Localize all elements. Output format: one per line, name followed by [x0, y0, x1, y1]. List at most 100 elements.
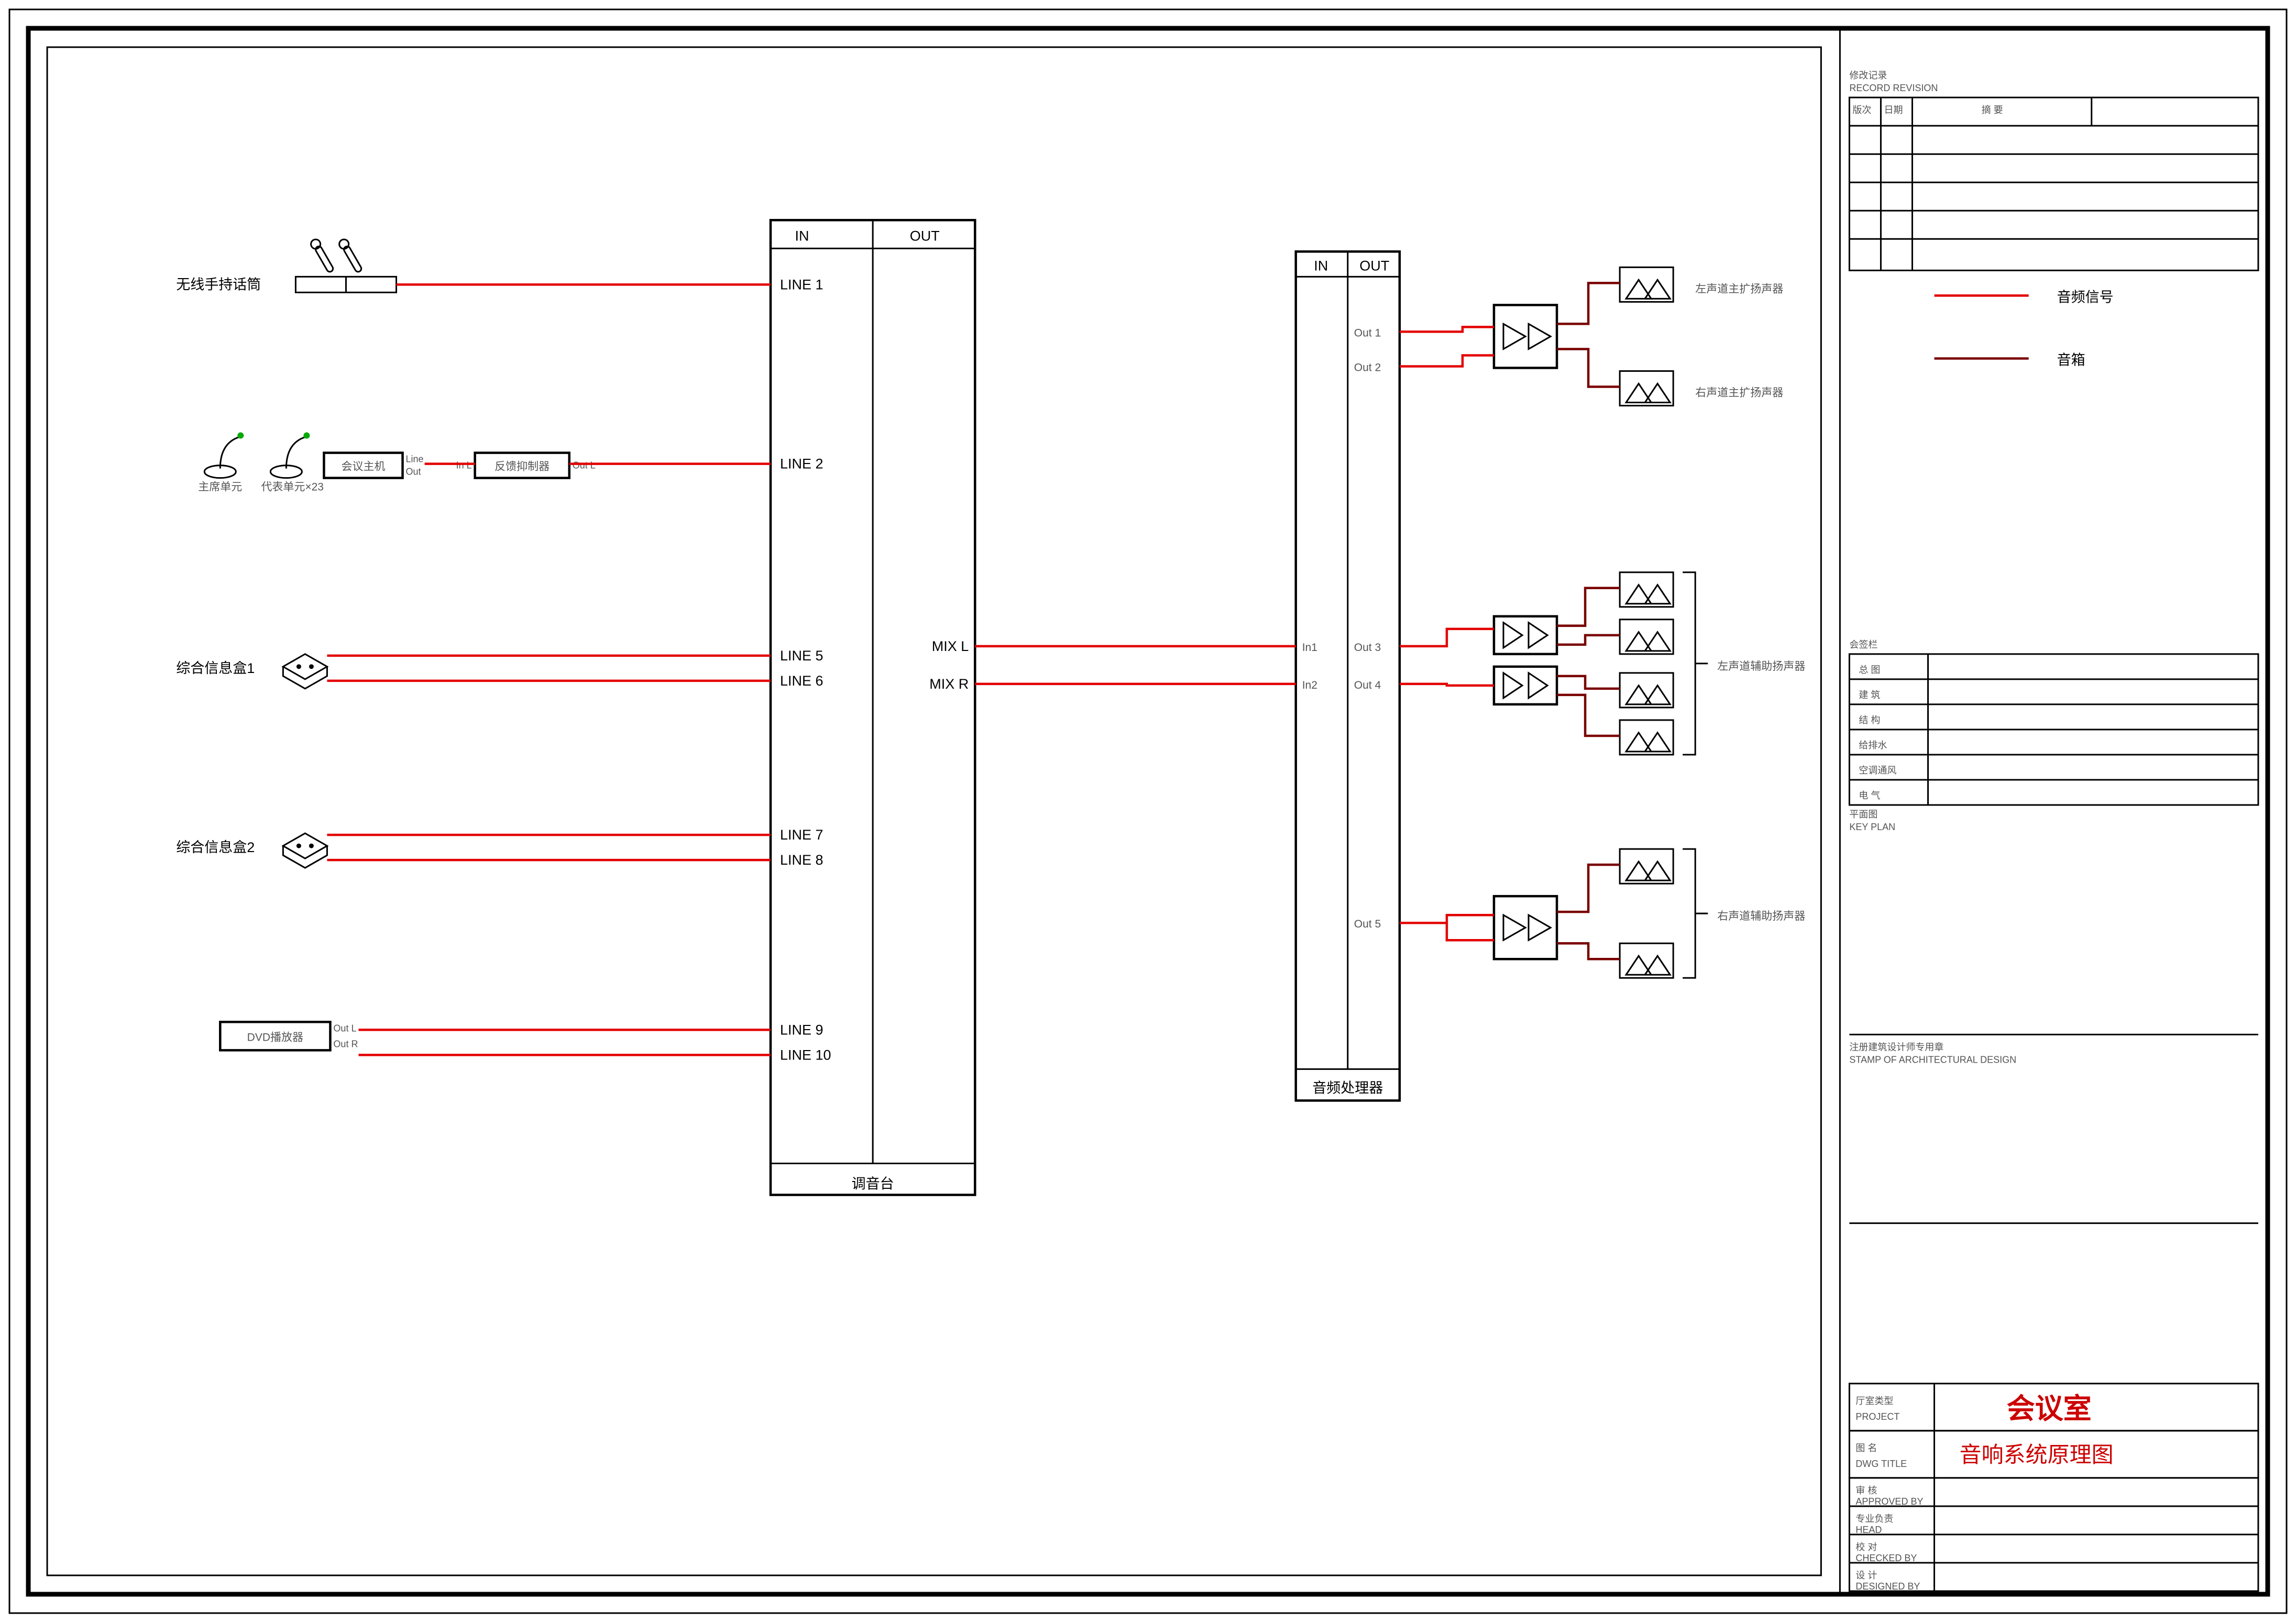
title-block: 修改记录 RECORD REVISION 版次 日期 摘 要 音频信号 音箱	[1849, 70, 2258, 1592]
svg-text:音频处理器: 音频处理器	[1312, 1080, 1383, 1096]
svg-text:厅室类型: 厅室类型	[1855, 1396, 1893, 1406]
conference-chain: 主席单元 代表单元×23 会议主机 Line Out 反馈抑制器 In L Ou…	[198, 433, 771, 493]
svg-text:专业负责: 专业负责	[1855, 1514, 1893, 1524]
svg-text:综合信息盒2: 综合信息盒2	[176, 840, 255, 855]
svg-text:DWG TITLE: DWG TITLE	[1855, 1459, 1907, 1469]
svg-text:Line: Line	[406, 454, 424, 465]
svg-text:代表单元×23: 代表单元×23	[261, 481, 324, 493]
info-box-1: 综合信息盒1	[176, 654, 771, 689]
svg-text:Out L: Out L	[573, 460, 596, 471]
svg-text:LINE 2: LINE 2	[780, 456, 823, 472]
svg-text:MIX L: MIX L	[932, 638, 969, 654]
svg-text:LINE 5: LINE 5	[780, 648, 823, 664]
wireless-mic: 无线手持话筒	[176, 238, 771, 293]
svg-text:MIX R: MIX R	[929, 676, 969, 692]
svg-text:LINE 8: LINE 8	[780, 852, 823, 868]
amp-4	[1494, 896, 1557, 959]
svg-text:摘 要: 摘 要	[1982, 105, 2003, 115]
svg-text:Out L: Out L	[333, 1023, 356, 1033]
gooseneck-mic-icon	[204, 433, 244, 478]
svg-text:综合信息盒1: 综合信息盒1	[176, 660, 255, 676]
sign-block: 会签栏 总 图 建 筑 结 构 给排水 空调通风 电 气	[1849, 639, 2258, 805]
svg-text:IN: IN	[1314, 258, 1328, 273]
svg-text:调音台: 调音台	[852, 1176, 894, 1192]
svg-text:In2: In2	[1302, 679, 1317, 691]
speaker-icon	[1620, 620, 1673, 654]
info-box-2: 综合信息盒2	[176, 833, 771, 868]
svg-text:校 对: 校 对	[1855, 1542, 1877, 1552]
stamp-block: 注册建筑设计师专用章 STAMP OF ARCHITECTURAL DESIGN	[1849, 1034, 2258, 1223]
svg-text:总 图: 总 图	[1859, 665, 1880, 675]
speaker-icon	[1620, 371, 1673, 405]
svg-text:主席单元: 主席单元	[198, 481, 242, 493]
mixer: IN OUT 调音台 LINE 1 LINE 2 LINE 5 LINE 6 L…	[771, 220, 975, 1195]
speaker-icon	[1620, 720, 1673, 755]
svg-text:In L: In L	[456, 460, 472, 471]
svg-text:DESIGNED BY: DESIGNED BY	[1855, 1581, 1920, 1592]
speaker-icon	[1620, 943, 1673, 978]
svg-text:左声道主扩扬声器: 左声道主扩扬声器	[1695, 283, 1783, 295]
svg-text:会议室: 会议室	[2007, 1393, 2092, 1425]
svg-text:Out 1: Out 1	[1354, 327, 1381, 339]
svg-text:设 计: 设 计	[1855, 1570, 1877, 1581]
amp-2	[1494, 616, 1557, 654]
info-box-icon	[283, 654, 327, 689]
revision-block: 修改记录 RECORD REVISION 版次 日期 摘 要	[1849, 70, 2258, 270]
svg-text:Out 4: Out 4	[1354, 679, 1381, 691]
svg-text:无线手持话筒: 无线手持话筒	[176, 277, 261, 292]
speaker-icon	[1620, 673, 1673, 708]
svg-text:OUT: OUT	[1359, 258, 1389, 273]
svg-text:CHECKED BY: CHECKED BY	[1855, 1553, 1917, 1563]
svg-text:会签栏: 会签栏	[1849, 639, 1877, 650]
speaker-icon	[1620, 267, 1673, 302]
keyplan-block: 平面图 KEY PLAN	[1849, 809, 1895, 832]
svg-text:OUT: OUT	[910, 228, 940, 244]
svg-text:结 构: 结 构	[1859, 715, 1880, 725]
svg-text:PROJECT: PROJECT	[1855, 1411, 1899, 1422]
svg-text:Out 3: Out 3	[1354, 642, 1381, 654]
svg-text:反馈抑制器: 反馈抑制器	[495, 461, 550, 473]
svg-text:KEY PLAN: KEY PLAN	[1849, 822, 1895, 832]
legend: 音频信号 音箱	[1935, 289, 2114, 368]
svg-text:IN: IN	[795, 228, 809, 244]
svg-text:音频信号: 音频信号	[2057, 289, 2114, 305]
svg-text:STAMP OF ARCHITECTURAL DESIGN: STAMP OF ARCHITECTURAL DESIGN	[1849, 1054, 2016, 1065]
svg-text:图 名: 图 名	[1855, 1443, 1877, 1453]
svg-text:音箱: 音箱	[2057, 352, 2085, 368]
svg-text:左声道辅助扬声器: 左声道辅助扬声器	[1717, 660, 1805, 672]
svg-text:注册建筑设计师专用章: 注册建筑设计师专用章	[1849, 1042, 1943, 1052]
info-box-icon	[283, 833, 327, 868]
svg-text:Out 2: Out 2	[1354, 361, 1381, 373]
svg-text:右声道辅助扬声器: 右声道辅助扬声器	[1717, 910, 1805, 922]
svg-text:LINE 6: LINE 6	[780, 673, 823, 689]
svg-text:Out R: Out R	[333, 1039, 358, 1049]
svg-text:Out 5: Out 5	[1354, 918, 1381, 930]
amp-1	[1494, 305, 1557, 368]
svg-text:DVD播放器: DVD播放器	[247, 1031, 303, 1043]
speaker-icon	[1620, 849, 1673, 884]
svg-text:HEAD: HEAD	[1855, 1525, 1882, 1535]
svg-text:音响系统原理图: 音响系统原理图	[1960, 1442, 2114, 1467]
svg-text:修改记录: 修改记录	[1849, 70, 1887, 81]
svg-text:LINE 9: LINE 9	[780, 1022, 823, 1037]
dvd-player: DVD播放器 Out L Out R	[220, 1022, 771, 1055]
svg-text:平面图: 平面图	[1849, 809, 1877, 820]
svg-text:建 筑: 建 筑	[1859, 690, 1880, 700]
svg-text:给排水: 给排水	[1859, 740, 1887, 750]
amp-3	[1494, 667, 1557, 704]
svg-text:LINE 7: LINE 7	[780, 827, 823, 843]
microphone-icon	[309, 238, 335, 274]
project-title-block: 厅室类型 PROJECT 会议室 图 名 DWG TITLE 音响系统原理图 审…	[1849, 1384, 2258, 1592]
processor: IN OUT 音频处理器 In1 In2 Out 1 Out 2 Out 3 O…	[1296, 251, 1400, 1100]
drawing-sheet: 修改记录 RECORD REVISION 版次 日期 摘 要 音频信号 音箱	[0, 0, 2296, 1622]
svg-text:In1: In1	[1302, 642, 1317, 654]
svg-text:RECORD REVISION: RECORD REVISION	[1849, 83, 1938, 93]
svg-text:会议主机: 会议主机	[341, 461, 385, 473]
svg-text:LINE 10: LINE 10	[780, 1047, 831, 1063]
svg-text:Out: Out	[406, 467, 421, 477]
microphone-icon	[337, 238, 364, 274]
gooseneck-mic-icon	[270, 433, 310, 478]
svg-text:空调通风: 空调通风	[1859, 765, 1896, 776]
svg-text:日期: 日期	[1884, 105, 1903, 115]
speaker-icon	[1620, 572, 1673, 607]
